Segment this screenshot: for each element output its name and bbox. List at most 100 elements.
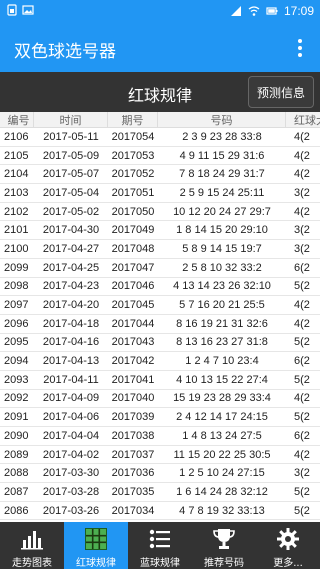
table-row[interactable]: 2101 2017-04-30 2017049 1 8 14 15 20 29:10 3…: [0, 221, 320, 241]
table-cell: 2017-04-18: [42, 317, 100, 330]
nav-recommended-numbers[interactable]: 推荐号码: [192, 522, 256, 569]
table-cell: 2017-05-02: [42, 205, 100, 218]
table-cell: 5(2: [294, 280, 310, 293]
table-cell: 2 5 9 15 24 25:11: [179, 186, 265, 199]
table-cell: 6(2: [294, 429, 310, 442]
table-cell: 5(2: [294, 504, 310, 517]
header-numbers: 号码: [158, 112, 286, 128]
table-row[interactable]: 2086 2017-03-26 2017034 4 7 8 19 32 33:13 5(…: [0, 502, 320, 521]
table-cell: 2017037: [111, 448, 155, 461]
table-cell: 2017-04-27: [42, 242, 100, 255]
nav-red-ball-rules[interactable]: 红球规律: [64, 522, 128, 569]
app-title: 双色球选号器: [14, 42, 116, 62]
table-cell: 2017-04-25: [42, 261, 100, 274]
table-cell: 6(2: [294, 261, 310, 274]
table-cell: 2017049: [111, 224, 155, 237]
table-cell: 2103: [4, 186, 29, 199]
table-row[interactable]: 2102 2017-05-02 2017050 10 12 20 24 27 29:7…: [0, 203, 320, 222]
nav-trend-charts[interactable]: 走势图表: [0, 522, 64, 569]
table-row[interactable]: 2098 2017-04-23 2017046 4 13 14 23 26 32:10…: [0, 278, 320, 297]
table-cell: 2017036: [111, 467, 155, 480]
table-cell: 2089: [4, 448, 29, 461]
table-row[interactable]: 2096 2017-04-18 2017044 8 16 19 21 31 32:6 4…: [0, 315, 320, 334]
table-row[interactable]: 2094 2017-04-13 2017042 1 2 4 7 10 23:4 6(2: [0, 352, 320, 371]
table-row[interactable]: 2100 2017-04-27 2017048 5 8 9 14 15 19:7 3(2: [0, 240, 320, 259]
table-cell: 1 8 14 15 20 29:10: [176, 224, 268, 237]
bar-chart-icon: [19, 526, 45, 552]
table-cell: 2017043: [111, 336, 155, 349]
table-cell: 4 10 13 15 22 27:4: [176, 373, 268, 386]
table-cell: 1 2 4 7 10 23:4: [185, 355, 259, 368]
app-bar: 双色球选号器: [0, 24, 320, 72]
table-row[interactable]: 2090 2017-04-04 2017038 1 4 8 13 24 27:5 6(2: [0, 427, 320, 446]
table-cell: 5(2: [294, 373, 310, 386]
table-cell: 1 2 5 10 24 27:15: [179, 467, 265, 480]
table-row[interactable]: 2105 2017-05-09 2017053 4 9 11 15 29 31:6 4(…: [0, 147, 320, 166]
table-row[interactable]: 2089 2017-04-02 2017037 11 15 20 22 25 30:5…: [0, 446, 320, 465]
nav-blue-ball-rules[interactable]: 蓝球规律: [128, 522, 192, 569]
more-vert-icon[interactable]: [288, 36, 312, 60]
table-cell: 4 7 8 19 32 33:13: [179, 504, 265, 517]
nav-label: 蓝球规律: [140, 558, 180, 569]
table-cell: 2017-05-09: [42, 149, 100, 162]
table-cell: 2017054: [111, 130, 155, 143]
nav-label: 更多...: [273, 558, 303, 569]
table-row[interactable]: 2103 2017-05-04 2017051 2 5 9 15 24 25:11 3(…: [0, 184, 320, 203]
table-cell: 3(2: [294, 186, 310, 199]
table-cell: 2017035: [111, 485, 155, 498]
table-row[interactable]: 2097 2017-04-20 2017045 5 7 16 20 21 25:5 4(…: [0, 296, 320, 315]
header-issue: 期号: [108, 112, 158, 128]
table-cell: 10 12 20 24 27 29:7: [173, 205, 271, 218]
table-cell: 2105: [4, 149, 29, 162]
table-cell: 8 16 19 21 31 32:6: [176, 317, 268, 330]
table-cell: 5 7 16 20 21 25:5: [179, 299, 265, 312]
table-cell: 2099: [4, 261, 29, 274]
table-row[interactable]: 2106 2017-05-11 2017054 2 3 9 23 28 33:8 4(2: [0, 128, 320, 147]
table-row[interactable]: 2092 2017-04-09 2017040 15 19 23 28 29 33:4…: [0, 390, 320, 409]
table-cell: 2017052: [111, 168, 155, 181]
table-row[interactable]: 2099 2017-04-25 2017047 2 5 8 10 32 33:2 6(2: [0, 259, 320, 278]
table-cell: 2017-03-28: [42, 485, 100, 498]
table-cell: 8 13 16 23 27 31:8: [176, 336, 268, 349]
table-cell: 2017048: [111, 242, 155, 255]
table-row[interactable]: 2095 2017-04-16 2017043 8 13 16 23 27 31:8 5…: [0, 334, 320, 353]
table-row[interactable]: 2093 2017-04-11 2017041 4 10 13 15 22 27:4 5…: [0, 371, 320, 390]
grid-table-icon: [83, 526, 109, 552]
table-cell: 2017038: [111, 429, 155, 442]
predict-info-button[interactable]: 预测信息: [248, 76, 314, 108]
table-cell: 2017042: [111, 355, 155, 368]
table-cell: 11 15 20 22 25 30:5: [173, 448, 271, 461]
status-time: 17:09: [283, 4, 314, 18]
table-cell: 2017-04-06: [42, 411, 100, 424]
status-bar: 17:09: [0, 0, 320, 24]
header-red-big: 红球大: [294, 114, 320, 127]
table-row[interactable]: 2104 2017-05-07 2017052 7 8 18 24 29 31:7 4(…: [0, 165, 320, 185]
table-cell: 2093: [4, 373, 29, 386]
table-cell: 2 4 12 14 17 24:15: [176, 411, 268, 424]
table-cell: 2017-04-30: [42, 224, 100, 237]
nav-more[interactable]: 更多...: [256, 522, 320, 569]
table-row[interactable]: 2091 2017-04-06 2017039 2 4 12 14 17 24:15 5…: [0, 408, 320, 427]
table-cell: 2017-04-23: [42, 280, 100, 293]
table-cell: 2017-04-11: [43, 373, 99, 386]
table-cell: 2017-05-11: [43, 130, 99, 143]
table-cell: 2086: [4, 504, 29, 517]
table-cell: 4(2: [294, 299, 310, 312]
section-header: 红球规律 预测信息: [0, 72, 320, 112]
table-cell: 2017039: [111, 411, 155, 424]
table-row[interactable]: 2087 2017-03-28 2017035 1 6 14 24 28 32:12 5…: [0, 483, 320, 502]
list-icon: [147, 526, 173, 552]
table-cell: 4 13 14 23 26 32:10: [173, 280, 271, 293]
table-cell: 2017040: [111, 392, 155, 405]
table-cell: 2102: [4, 205, 29, 218]
table-row[interactable]: 2088 2017-03-30 2017036 1 2 5 10 24 27:15 3(…: [0, 464, 320, 484]
table-cell: 5(2: [294, 411, 310, 424]
table-cell: 4 9 11 15 29 31:6: [179, 149, 265, 162]
bottom-nav: 走势图表 红球规律 蓝球规律 推荐号码 更多...: [0, 522, 320, 569]
table-cell: 2017-04-13: [42, 355, 100, 368]
table-cell: 2096: [4, 317, 29, 330]
table-cell: 7 8 18 24 29 31:7: [179, 168, 265, 181]
table-cell: 3(2: [294, 467, 310, 480]
table-cell: 4(2: [294, 392, 310, 405]
table-cell: 2017-04-02: [42, 448, 100, 461]
